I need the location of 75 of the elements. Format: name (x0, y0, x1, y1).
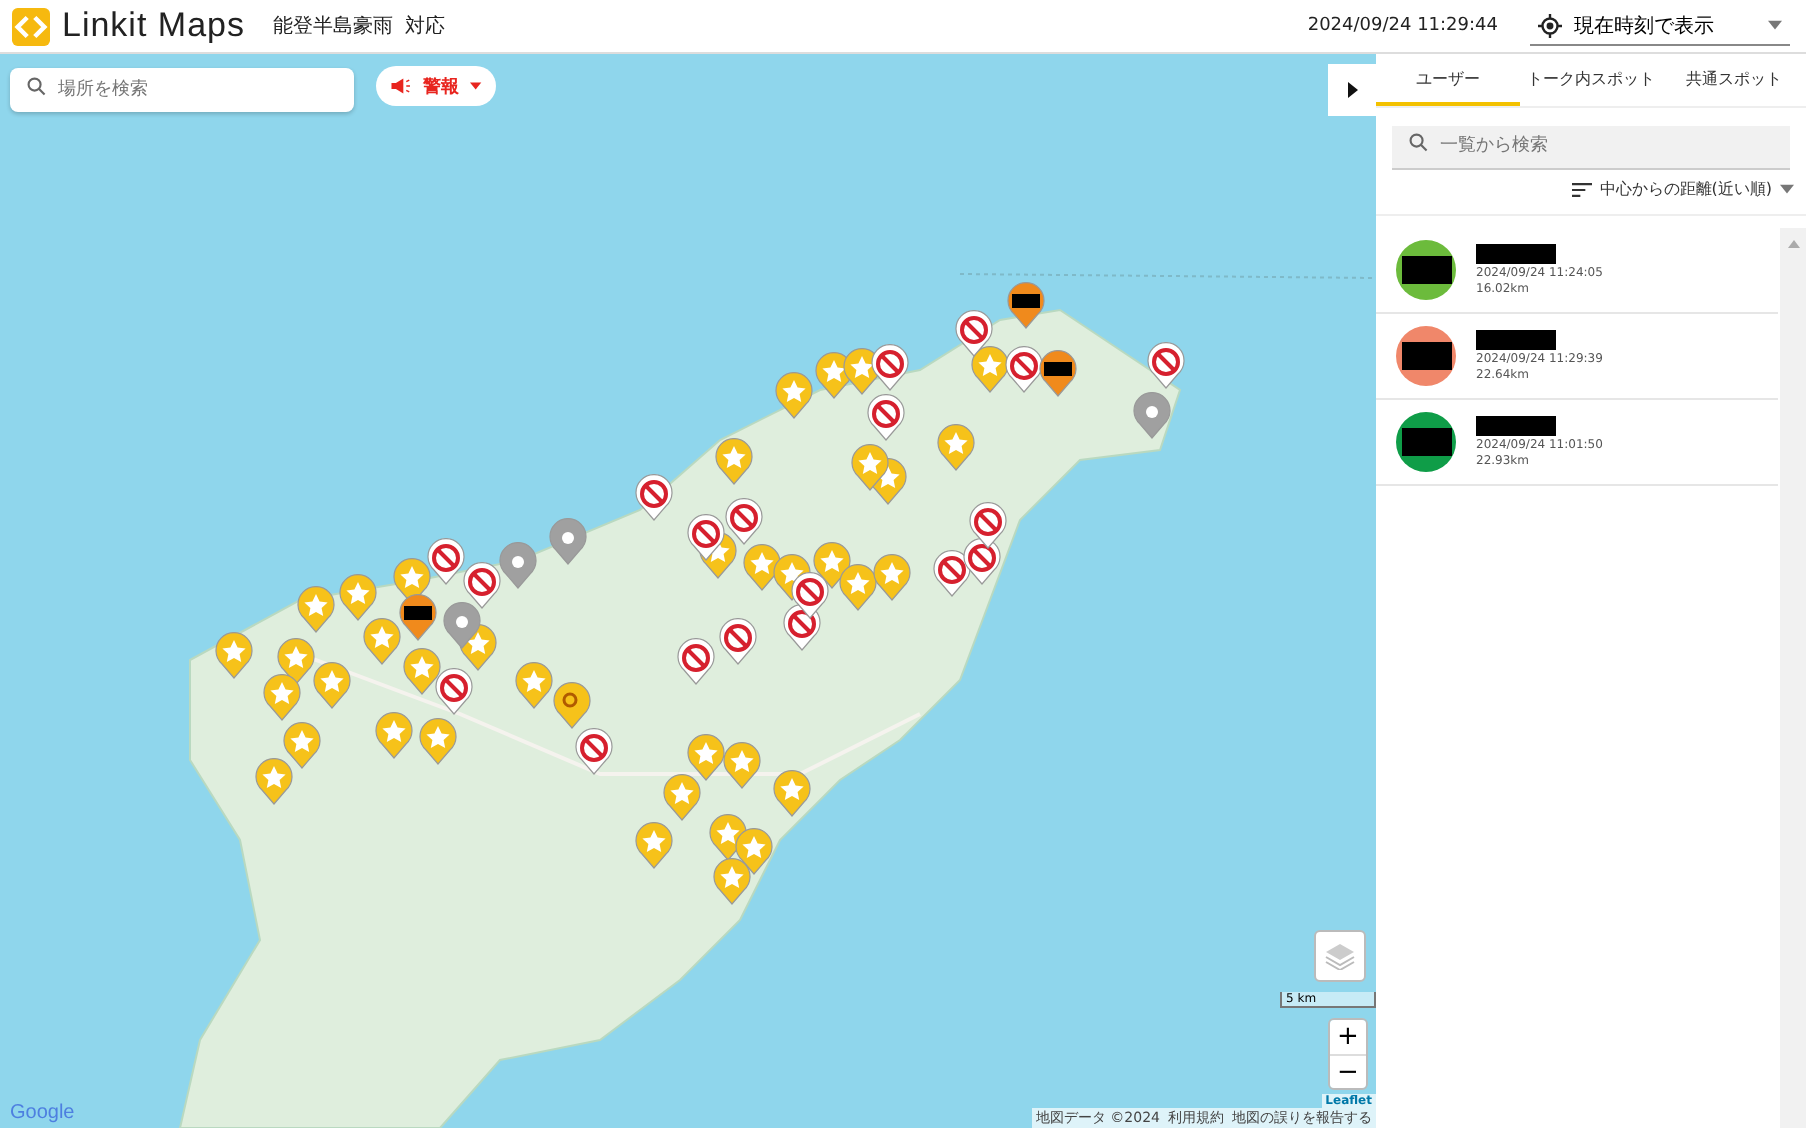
no-entry-pin-icon[interactable] (676, 638, 716, 686)
location-pin-icon[interactable] (498, 542, 538, 590)
star-pin-icon[interactable] (686, 734, 726, 782)
redacted-name-bar (1476, 416, 1556, 436)
no-entry-pin-icon[interactable] (870, 344, 910, 392)
star-pin-icon[interactable] (936, 424, 976, 472)
star-pin-icon[interactable] (254, 758, 294, 806)
star-pin-icon[interactable] (722, 742, 762, 790)
no-entry-pin-icon[interactable] (1146, 342, 1186, 390)
star-pin-icon[interactable] (402, 648, 442, 696)
star-pin-icon[interactable] (312, 662, 352, 710)
no-entry-pin-icon[interactable] (686, 514, 726, 562)
google-logo-text: Google (10, 1102, 75, 1124)
logo-icon (12, 7, 50, 45)
star-pin-icon[interactable] (514, 662, 554, 710)
layers-icon (1324, 942, 1356, 970)
no-entry-pin-icon[interactable] (1004, 346, 1044, 394)
star-pin-icon[interactable] (418, 718, 458, 766)
sort-icon (1571, 181, 1592, 197)
no-entry-pin-icon[interactable] (790, 572, 830, 620)
star-pin-icon[interactable] (214, 632, 254, 680)
star-pin-icon[interactable] (338, 574, 378, 622)
star-pin-icon[interactable] (662, 774, 702, 822)
megaphone-icon (390, 76, 411, 96)
star-pin-icon[interactable] (774, 372, 814, 420)
current-datetime: 2024/09/24 11:29:44 (1307, 16, 1498, 36)
star-pin-icon[interactable] (772, 770, 812, 818)
no-entry-pin-icon[interactable] (866, 394, 906, 442)
caret-icon (470, 82, 482, 90)
place-search-field[interactable]: 場所を検索 (10, 68, 354, 112)
caret-icon (1768, 20, 1782, 30)
play-icon (1347, 82, 1357, 98)
star-pin-icon[interactable] (714, 438, 754, 486)
zoom-out-button[interactable]: − (1330, 1054, 1366, 1088)
no-entry-pin-icon[interactable] (954, 310, 994, 358)
star-pin-icon[interactable] (634, 822, 674, 870)
event-title: 能登半島豪雨 (272, 13, 393, 40)
star-pin-icon[interactable] (838, 564, 878, 612)
caret-icon (1780, 184, 1794, 194)
panel-toggle-button[interactable] (1328, 64, 1376, 116)
no-entry-pin-icon[interactable] (426, 538, 466, 586)
list-search-field[interactable]: 一覧から検索 (1392, 125, 1790, 169)
zoom-in-button[interactable]: + (1330, 1020, 1366, 1054)
user-pin-icon[interactable] (398, 594, 438, 642)
locate-icon (1538, 13, 1562, 37)
star-pin-icon[interactable] (850, 444, 890, 492)
star-pin-icon[interactable] (362, 618, 402, 666)
no-entry-pin-icon[interactable] (968, 502, 1008, 550)
star-pin-icon[interactable] (296, 586, 336, 634)
no-entry-pin-icon[interactable] (724, 498, 764, 546)
star-pin-icon[interactable] (872, 554, 912, 602)
redacted-name-bar (1476, 244, 1556, 264)
search-icon (26, 76, 46, 96)
location-pin-icon[interactable] (548, 518, 588, 566)
location-pin-icon[interactable] (1132, 392, 1172, 440)
star-pin-icon[interactable] (374, 712, 414, 760)
no-entry-pin-icon[interactable] (634, 474, 674, 522)
no-entry-pin-icon[interactable] (962, 538, 1002, 586)
star-pin-icon[interactable] (712, 858, 752, 906)
star-pin-icon[interactable] (282, 722, 322, 770)
scroll-up-icon[interactable] (1787, 240, 1799, 248)
search-icon (1408, 132, 1428, 152)
layers-button[interactable] (1314, 930, 1366, 982)
star-pin-icon[interactable] (262, 674, 302, 722)
no-entry-pin-icon[interactable] (574, 728, 614, 776)
no-entry-pin-icon[interactable] (932, 550, 972, 598)
no-entry-pin-icon[interactable] (462, 562, 502, 610)
app-logo-text: Linkit Maps (62, 6, 245, 46)
user-pin-icon[interactable] (1006, 282, 1046, 330)
redacted-name-bar (1476, 330, 1556, 350)
alert-dropdown[interactable]: 警報 (376, 66, 496, 106)
no-entry-pin-icon[interactable] (434, 668, 474, 716)
no-entry-pin-icon[interactable] (718, 618, 758, 666)
user-pin-icon[interactable] (1038, 350, 1078, 398)
event-status: 対応 (404, 13, 445, 40)
